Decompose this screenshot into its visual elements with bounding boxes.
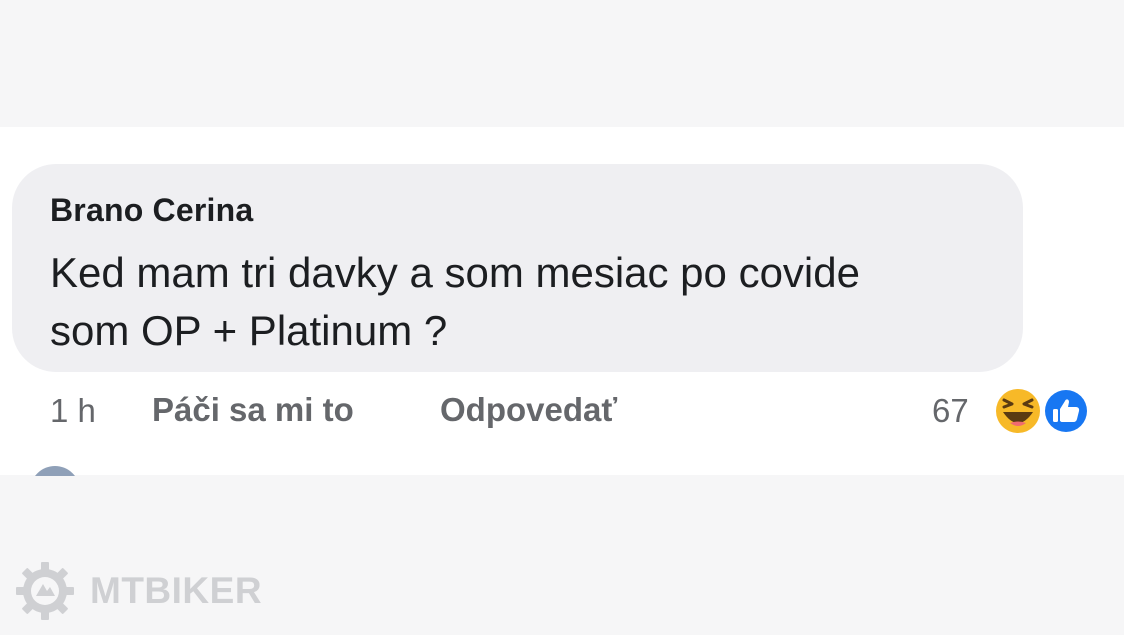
reply-button[interactable]: Odpovedať [440, 391, 617, 429]
reaction-count[interactable]: 67 [932, 392, 969, 430]
comment-timestamp[interactable]: 1 h [50, 392, 96, 430]
watermark-text: MTBIKER [90, 570, 263, 611]
comment-text: Ked mam tri davky a som mesiac po covide… [50, 249, 860, 354]
top-background [0, 0, 1124, 127]
reaction-icons[interactable] [988, 386, 1092, 436]
comment-author[interactable]: Brano Cerina [50, 192, 253, 229]
watermark: MTBIKER [14, 560, 262, 622]
gear-logo-icon [16, 562, 74, 620]
haha-icon [993, 386, 1043, 436]
like-icon [1042, 387, 1090, 435]
like-button[interactable]: Páči sa mi to [152, 391, 354, 429]
